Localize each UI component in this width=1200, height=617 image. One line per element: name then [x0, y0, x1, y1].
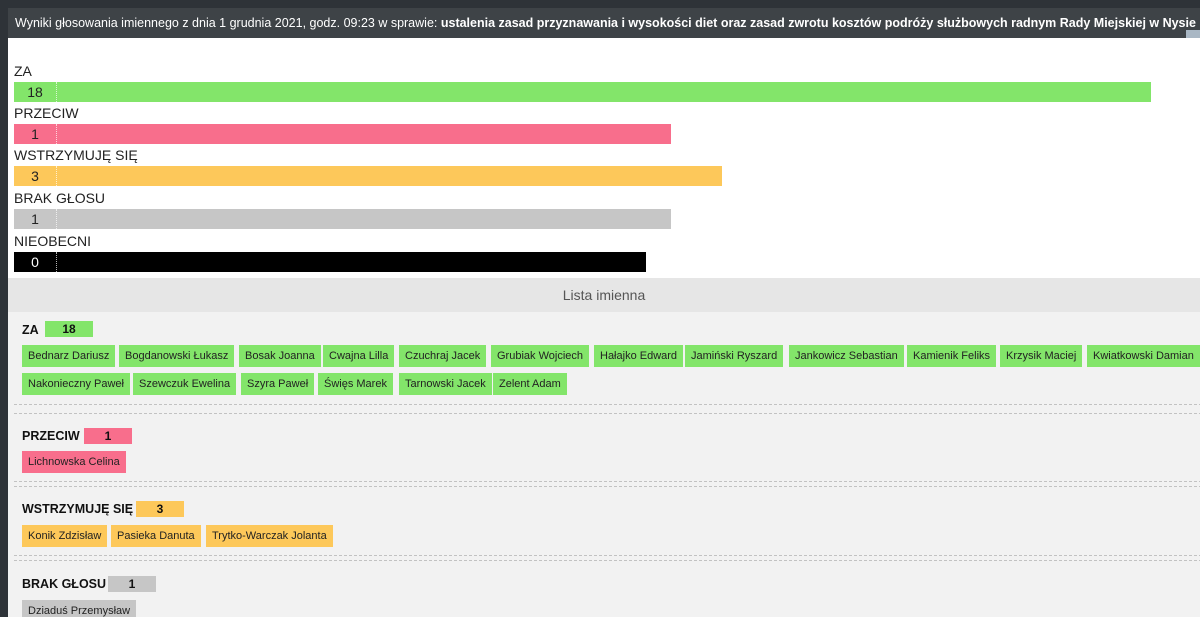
voting-results-dialog: Wyniki głosowania imiennego z dnia 1 gru… [8, 8, 1200, 617]
group-przeciw: PRZECIW 1 Lichnowska Celina [14, 413, 1200, 482]
voter-chip: Pasieka Danuta [111, 525, 201, 547]
summary-bar-brak [14, 209, 671, 229]
bar-separator [56, 82, 57, 102]
voter-chip: Szyra Paweł [241, 373, 315, 395]
group-count-za: 18 [45, 321, 93, 337]
summary-count-za: 18 [27, 84, 43, 100]
voter-chip: Kamienik Feliks [907, 345, 997, 367]
summary-count-przeciw: 1 [31, 126, 39, 142]
summary-row-brak: BRAK GŁOSU 1 [14, 189, 1184, 231]
voter-chip: Cwajna Lilla [323, 345, 395, 367]
summary-count-wstrzymuje: 3 [31, 168, 39, 184]
group-title-wstrzymuje: WSTRZYMUJĘ SIĘ [22, 502, 134, 516]
vote-summary: ZA 18 PRZECIW 1 WSTRZYMUJĘ SIĘ 3 BRAK GŁ… [8, 38, 1200, 278]
title-prefix: Wyniki głosowania imiennego z dnia 1 gru… [15, 16, 438, 30]
summary-bar-przeciw [14, 124, 671, 144]
group-count-przeciw: 1 [84, 428, 132, 444]
summary-bar-za [14, 82, 1151, 102]
voter-chip: Zelent Adam [493, 373, 567, 395]
voter-chip: Święs Marek [318, 373, 393, 395]
group-wstrzymuje: WSTRZYMUJĘ SIĘ 3 Konik Zdzisław Pasieka … [14, 486, 1200, 556]
bar-separator [56, 166, 57, 186]
voter-chip: Krzysik Maciej [1000, 345, 1083, 367]
summary-label-za: ZA [14, 63, 32, 79]
group-title-brak: BRAK GŁOSU [22, 577, 107, 591]
summary-row-nieobecni: NIEOBECNI 0 [14, 232, 1184, 274]
bar-separator [56, 252, 57, 272]
voter-chip: Tarnowski Jacek [399, 373, 492, 395]
bar-separator [56, 209, 57, 229]
voter-chip: Konik Zdzisław [22, 525, 108, 547]
summary-label-nieobecni: NIEOBECNI [14, 233, 92, 249]
voter-chip: Dziaduś Przemysław [22, 600, 137, 617]
voter-chip: Jamiński Ryszard [685, 345, 784, 367]
group-count-brak: 1 [108, 576, 156, 592]
bar-separator [56, 124, 57, 144]
summary-bar-nieobecni [14, 252, 646, 272]
summary-label-przeciw: PRZECIW [14, 105, 79, 121]
close-button[interactable] [1186, 30, 1200, 38]
dialog-title-bar: Wyniki głosowania imiennego z dnia 1 gru… [8, 8, 1200, 38]
voter-chip: Bogdanowski Łukasz [119, 345, 235, 367]
summary-count-brak: 1 [31, 211, 39, 227]
title-subject: ustalenia zasad przyznawania i wysokości… [440, 16, 1196, 30]
group-za: ZA 18 Bednarz Dariusz Bogdanowski Łukasz… [14, 312, 1200, 405]
voter-chip: Bednarz Dariusz [22, 345, 116, 367]
voter-chip: Bosak Joanna [239, 345, 321, 367]
group-brak: BRAK GŁOSU 1 Dziaduś Przemysław [14, 560, 1200, 617]
voter-chip: Grubiak Wojciech [491, 345, 589, 367]
voter-chip: Kwiatkowski Damian [1087, 345, 1200, 367]
voter-chip: Szewczuk Ewelina [133, 373, 237, 395]
group-count-wstrzymuje: 3 [136, 501, 184, 517]
group-title-przeciw: PRZECIW [22, 429, 80, 443]
group-title-za: ZA [22, 323, 39, 337]
summary-row-za: ZA 18 [14, 62, 1184, 104]
summary-row-wstrzymuje: WSTRZYMUJĘ SIĘ 3 [14, 146, 1184, 188]
voter-chip: Nakonieczny Paweł [22, 373, 130, 395]
voter-chip: Czuchraj Jacek [399, 345, 487, 367]
voter-chip: Hałajko Edward [594, 345, 684, 367]
voter-chip: Lichnowska Celina [22, 451, 126, 473]
voter-chip: Trytko-Warczak Jolanta [206, 525, 333, 547]
list-header: Lista imienna [8, 278, 1200, 312]
dialog-title: Wyniki głosowania imiennego z dnia 1 gru… [15, 8, 1196, 38]
voter-chip: Jankowicz Sebastian [789, 345, 904, 367]
summary-count-nieobecni: 0 [31, 254, 39, 270]
summary-row-przeciw: PRZECIW 1 [14, 104, 1184, 146]
summary-label-brak: BRAK GŁOSU [14, 190, 106, 206]
summary-label-wstrzymuje: WSTRZYMUJĘ SIĘ [14, 147, 138, 163]
summary-bar-wstrzymuje [14, 166, 722, 186]
